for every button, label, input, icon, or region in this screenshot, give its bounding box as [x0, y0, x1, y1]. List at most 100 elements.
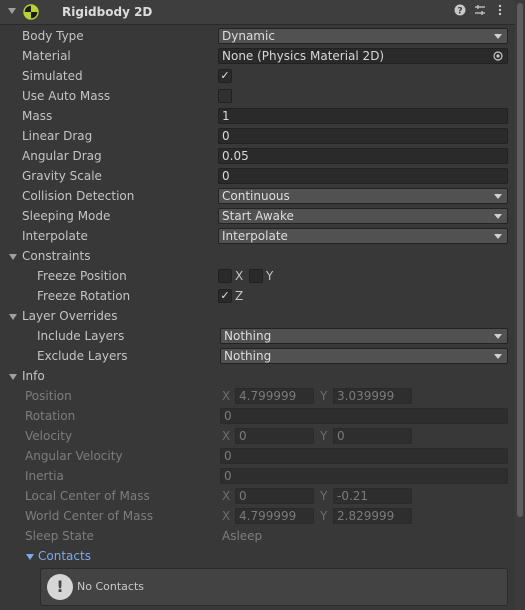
info-position-y-axis: Y [320, 389, 328, 403]
material-row: Material None (Physics Material 2D) [0, 46, 515, 66]
info-velocity-y: 0 [333, 428, 412, 444]
foldout-arrow-icon[interactable] [9, 254, 17, 260]
info-local-com-y: -0.21 [333, 488, 412, 504]
constraints-label: Constraints [22, 249, 91, 263]
info-position-x: 4.799999 [235, 388, 314, 404]
sleeping-mode-dropdown[interactable]: Start Awake [218, 208, 508, 224]
info-sleep-state-row: Sleep State Asleep [0, 526, 515, 546]
include-layers-dropdown[interactable]: Nothing [220, 328, 508, 344]
info-velocity-x: 0 [235, 428, 314, 444]
freeze-rotation-label: Freeze Rotation [37, 289, 131, 303]
sleeping-mode-row: Sleeping Mode Start Awake [0, 206, 515, 226]
info-label: Info [22, 369, 45, 383]
layer-overrides-label: Layer Overrides [22, 309, 118, 323]
vertical-scrollbar[interactable] [515, 0, 525, 610]
interpolate-label: Interpolate [22, 229, 88, 243]
info-world-com-x-axis: X [222, 509, 231, 523]
component-title: Rigidbody 2D [62, 5, 153, 19]
info-position-y: 3.039999 [333, 388, 412, 404]
contacts-foldout[interactable]: Contacts [0, 546, 515, 566]
foldout-arrow-icon[interactable] [9, 374, 17, 380]
object-picker-icon[interactable] [493, 51, 503, 61]
chevron-down-icon [494, 234, 502, 239]
rigidbody2d-icon [23, 4, 39, 20]
info-world-center-of-mass-label: World Center of Mass [25, 509, 153, 523]
material-label: Material [22, 49, 71, 63]
kebab-menu-icon[interactable] [491, 3, 509, 21]
include-layers-value: Nothing [224, 329, 272, 343]
mass-row: Mass 1 [0, 106, 515, 126]
info-foldout[interactable]: Info [0, 366, 515, 386]
gravity-scale-label: Gravity Scale [22, 169, 102, 183]
gravity-scale-row: Gravity Scale 0 [0, 166, 515, 186]
info-sleep-state-value: Asleep [222, 529, 263, 543]
contacts-help-box: ! No Contacts [40, 568, 508, 606]
freeze-position-x-label: X [235, 269, 244, 283]
mass-input[interactable]: 1 [218, 108, 508, 124]
angular-drag-input[interactable]: 0.05 [218, 148, 508, 164]
sleeping-mode-value: Start Awake [222, 209, 294, 223]
foldout-arrow-icon[interactable] [9, 314, 17, 320]
exclude-layers-row: Exclude Layers Nothing [0, 346, 515, 366]
info-world-com-y-axis: Y [320, 509, 328, 523]
angular-drag-label: Angular Drag [22, 149, 102, 163]
info-angular-velocity-value: 0 [220, 448, 508, 464]
collision-detection-label: Collision Detection [22, 189, 135, 203]
sleeping-mode-label: Sleeping Mode [22, 209, 111, 223]
info-local-com-x-axis: X [222, 489, 231, 503]
exclude-layers-value: Nothing [224, 349, 272, 363]
preset-icon[interactable] [471, 3, 489, 21]
material-object-field[interactable]: None (Physics Material 2D) [218, 48, 508, 64]
freeze-position-x-checkbox[interactable] [218, 269, 232, 283]
info-inertia-label: Inertia [25, 469, 64, 483]
info-sleep-state-label: Sleep State [25, 529, 94, 543]
chevron-down-icon [494, 334, 502, 339]
collision-detection-dropdown[interactable]: Continuous [218, 188, 508, 204]
info-rotation-row: Rotation 0 [0, 406, 515, 426]
body-type-dropdown[interactable]: Dynamic [218, 28, 508, 44]
use-auto-mass-row: Use Auto Mass [0, 86, 515, 106]
layer-overrides-foldout[interactable]: Layer Overrides [0, 306, 515, 326]
info-position-row: Position X 4.799999 Y 3.039999 [0, 386, 515, 406]
foldout-arrow-icon[interactable] [8, 8, 16, 14]
svg-text:?: ? [457, 7, 462, 17]
info-world-com-x: 4.799999 [235, 508, 314, 524]
gravity-scale-input[interactable]: 0 [218, 168, 508, 184]
freeze-position-y-label: Y [266, 269, 274, 283]
info-inertia-value: 0 [220, 468, 508, 484]
freeze-position-row: Freeze Position X Y [0, 266, 515, 286]
linear-drag-row: Linear Drag 0 [0, 126, 515, 146]
simulated-checkbox[interactable]: ✓ [218, 69, 232, 83]
help-icon[interactable]: ? [451, 3, 469, 21]
freeze-rotation-row: Freeze Rotation ✓ Z [0, 286, 515, 306]
linear-drag-label: Linear Drag [22, 129, 93, 143]
mass-label: Mass [22, 109, 53, 123]
foldout-arrow-icon[interactable] [26, 554, 34, 560]
info-velocity-x-axis: X [222, 429, 231, 443]
info-world-com-y: 2.829999 [333, 508, 412, 524]
info-local-center-of-mass-label: Local Center of Mass [25, 489, 150, 503]
include-layers-row: Include Layers Nothing [0, 326, 515, 346]
info-position-x-axis: X [222, 389, 231, 403]
freeze-rotation-z-checkbox[interactable]: ✓ [218, 289, 232, 303]
exclude-layers-dropdown[interactable]: Nothing [220, 348, 508, 364]
chevron-down-icon [494, 194, 502, 199]
info-velocity-row: Velocity X 0 Y 0 [0, 426, 515, 446]
use-auto-mass-checkbox[interactable] [218, 89, 232, 103]
info-exclamation-icon: ! [47, 574, 73, 600]
chevron-down-icon [494, 214, 502, 219]
constraints-foldout[interactable]: Constraints [0, 246, 515, 266]
contacts-message: No Contacts [77, 580, 144, 593]
scrollbar-thumb[interactable] [517, 3, 523, 517]
linear-drag-input[interactable]: 0 [218, 128, 508, 144]
freeze-position-y-checkbox[interactable] [249, 269, 263, 283]
chevron-down-icon [494, 354, 502, 359]
info-rotation-label: Rotation [25, 409, 76, 423]
freeze-rotation-z-label: Z [235, 289, 244, 303]
info-angular-velocity-row: Angular Velocity 0 [0, 446, 515, 466]
component-header[interactable]: Rigidbody 2D ? [0, 0, 515, 25]
interpolate-value: Interpolate [222, 229, 288, 243]
interpolate-dropdown[interactable]: Interpolate [218, 228, 508, 244]
info-local-center-of-mass-row: Local Center of Mass X 0 Y -0.21 [0, 486, 515, 506]
info-local-com-y-axis: Y [320, 489, 328, 503]
